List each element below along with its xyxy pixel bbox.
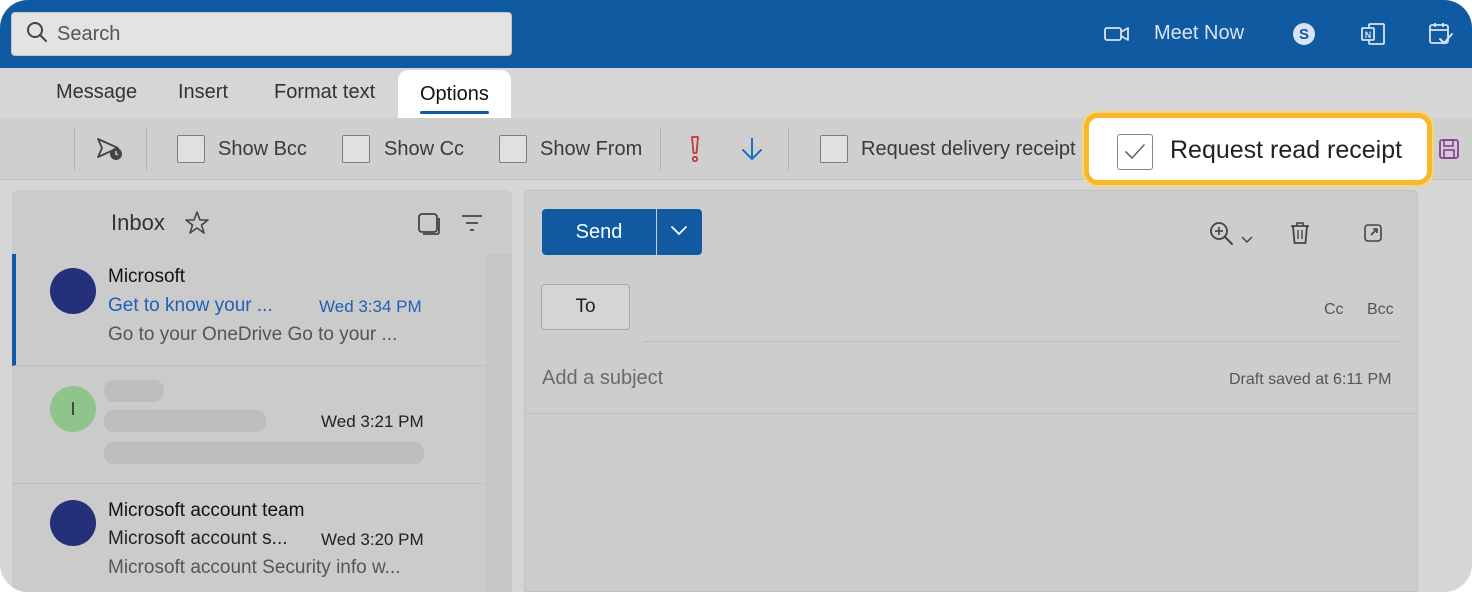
tab-options-label: Options xyxy=(420,83,489,105)
meet-now-button[interactable]: Meet Now xyxy=(1154,22,1244,45)
calendar-check-icon[interactable] xyxy=(1428,21,1454,52)
tab-insert[interactable]: Insert xyxy=(178,68,228,118)
chevron-down-icon[interactable] xyxy=(1241,231,1253,249)
to-button[interactable]: To xyxy=(541,284,630,330)
inbox-header: Inbox xyxy=(12,190,512,254)
show-bcc-label[interactable]: Show Bcc xyxy=(218,138,307,161)
mail-time: Wed 3:20 PM xyxy=(321,530,424,549)
bcc-button[interactable]: Bcc xyxy=(1367,301,1394,319)
draft-status: Draft saved at 6:11 PM xyxy=(1229,371,1392,388)
show-cc-label[interactable]: Show Cc xyxy=(384,138,464,161)
cc-button[interactable]: Cc xyxy=(1324,301,1344,319)
video-camera-icon[interactable] xyxy=(1104,24,1130,49)
ribbon-tabs: Message Insert Format text Options xyxy=(0,68,1472,118)
redacted-sender xyxy=(104,380,164,402)
mail-list-item[interactable]: Microsoft account team Microsoft account… xyxy=(12,484,486,592)
svg-text:S: S xyxy=(1299,26,1309,43)
office-app-icon[interactable]: N xyxy=(1360,22,1386,51)
save-draft-icon[interactable] xyxy=(1438,138,1460,165)
right-gutter xyxy=(1418,180,1472,592)
mail-list-item[interactable]: Microsoft Get to know your ... Wed 3:34 … xyxy=(12,254,486,366)
mail-preview: Go to your OneDrive Go to your ... xyxy=(108,324,398,345)
inbox-panel: Inbox Microsoft Get to know your ... Wed… xyxy=(12,190,512,592)
subject-divider xyxy=(525,413,1417,414)
mail-sender: Microsoft account team xyxy=(108,500,305,521)
show-from-label[interactable]: Show From xyxy=(540,138,642,161)
ribbon-separator xyxy=(788,128,789,170)
send-button[interactable]: Send xyxy=(542,209,656,255)
avatar xyxy=(50,500,96,546)
inbox-title: Inbox xyxy=(111,210,165,235)
mail-time: Wed 3:21 PM xyxy=(321,412,424,431)
ribbon-separator xyxy=(74,128,75,170)
subject-input[interactable] xyxy=(542,367,1142,390)
ribbon-separator xyxy=(146,128,147,170)
redacted-preview xyxy=(104,442,424,464)
mail-sender: Microsoft xyxy=(108,266,186,287)
active-tab-indicator xyxy=(420,111,489,114)
star-icon[interactable] xyxy=(184,210,210,241)
zoom-icon[interactable] xyxy=(1209,221,1235,252)
avatar xyxy=(50,268,96,314)
request-delivery-receipt-label[interactable]: Request delivery receipt xyxy=(861,138,1076,161)
tab-message[interactable]: Message xyxy=(56,68,137,118)
mail-subject: Get to know your ... xyxy=(108,295,273,316)
low-importance-icon[interactable] xyxy=(740,136,764,167)
filter-icon[interactable] xyxy=(461,214,483,237)
ribbon-separator xyxy=(660,128,661,170)
recipients-divider xyxy=(643,341,1401,342)
app-window: Meet Now S N Message Insert Format text … xyxy=(0,0,1472,592)
top-bar: Meet Now S N xyxy=(0,0,1472,68)
tab-format-text[interactable]: Format text xyxy=(274,68,375,118)
trash-icon[interactable] xyxy=(1289,221,1311,250)
show-from-checkbox[interactable] xyxy=(499,135,527,163)
mail-list-item[interactable]: I Wed 3:21 PM xyxy=(12,366,486,484)
inbox-scrollbar[interactable] xyxy=(486,254,512,592)
send-options-button[interactable] xyxy=(657,209,702,255)
select-mode-icon[interactable] xyxy=(417,212,441,241)
mail-time: Wed 3:34 PM xyxy=(319,297,422,316)
request-read-receipt-label[interactable]: Request read receipt xyxy=(1170,136,1402,165)
request-delivery-receipt-checkbox[interactable] xyxy=(820,135,848,163)
delay-delivery-icon[interactable] xyxy=(96,136,124,167)
search-icon xyxy=(26,21,48,48)
show-cc-checkbox[interactable] xyxy=(342,135,370,163)
search-input[interactable] xyxy=(57,22,477,46)
mail-subject: Microsoft account s... xyxy=(108,528,288,549)
request-read-receipt-option[interactable]: Request read receipt xyxy=(1084,113,1432,185)
skype-icon[interactable]: S xyxy=(1292,22,1316,51)
pop-out-icon[interactable] xyxy=(1363,223,1383,248)
svg-text:N: N xyxy=(1365,30,1372,40)
high-importance-icon[interactable] xyxy=(688,135,702,168)
compose-pane: Send To Cc Bcc Draft saved at 6:11 PM xyxy=(524,190,1418,592)
tab-options[interactable]: Options xyxy=(398,70,511,118)
show-bcc-checkbox[interactable] xyxy=(177,135,205,163)
request-read-receipt-checkbox[interactable] xyxy=(1117,134,1153,170)
avatar: I xyxy=(50,386,96,432)
redacted-subject xyxy=(104,410,266,432)
mail-preview: Microsoft account Security info w... xyxy=(108,557,401,578)
search-box[interactable] xyxy=(11,12,512,56)
